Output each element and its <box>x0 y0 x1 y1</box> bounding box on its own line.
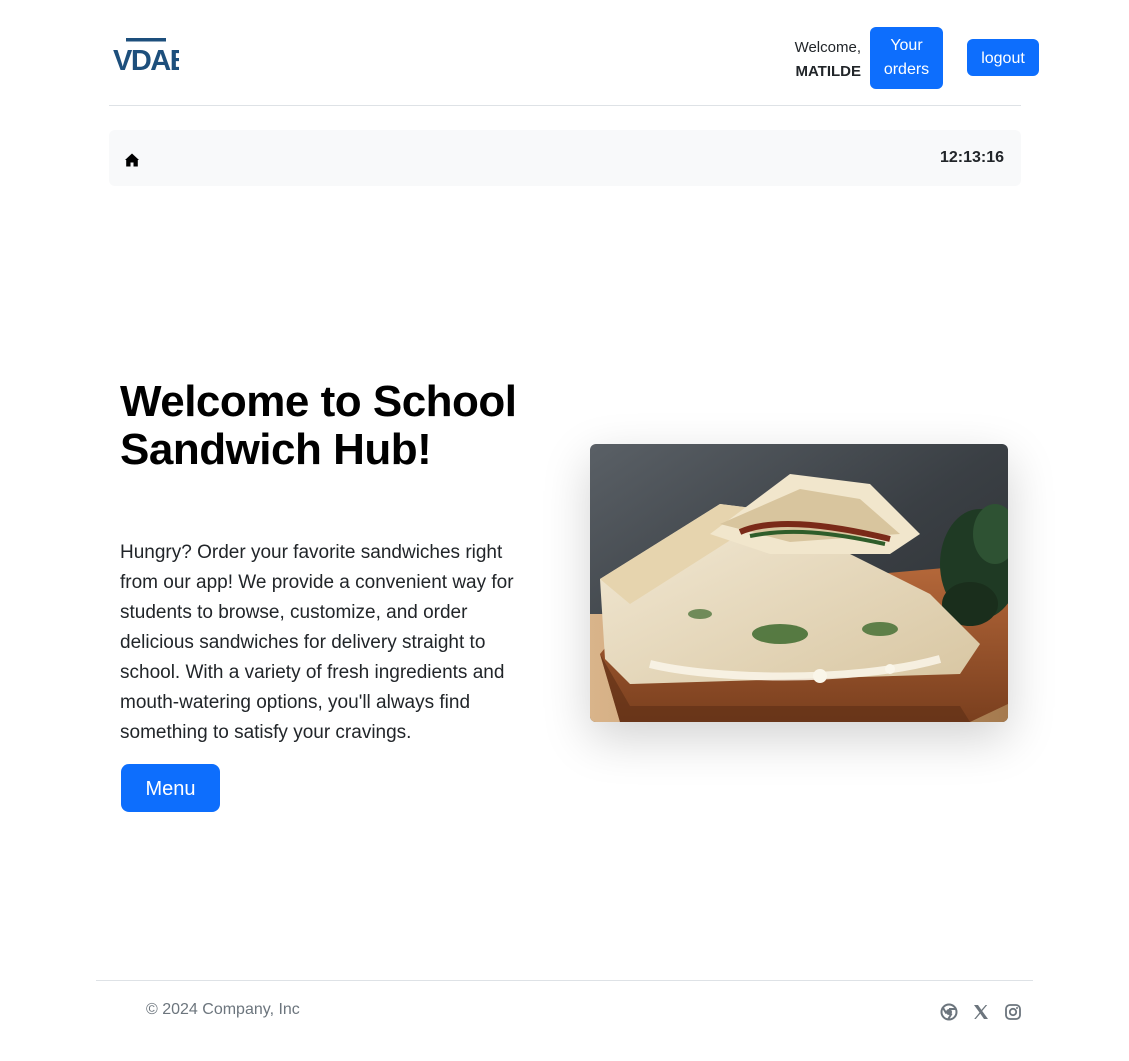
home-icon[interactable] <box>124 152 140 168</box>
hero-title: Welcome to School Sandwich Hub! <box>120 377 517 474</box>
x-icon[interactable] <box>972 1003 990 1021</box>
vdab-logo-mark: VDAB <box>113 38 191 77</box>
logout-button[interactable]: logout <box>967 39 1039 76</box>
hero-description: Hungry? Order your favorite sandwiches r… <box>120 542 514 743</box>
welcome-message: Welcome, MATILDE <box>749 36 861 84</box>
chrome-icon[interactable] <box>940 1003 958 1021</box>
breadcrumb: 12:13:16 <box>109 130 1021 186</box>
clock: 12:13:16 <box>939 149 1004 166</box>
menu-button[interactable]: Menu <box>121 764 220 812</box>
your-orders-button[interactable]: Your orders <box>870 27 943 89</box>
logo-text: VDAB <box>113 45 179 76</box>
site-footer: © 2024 Company, Inc <box>96 980 1033 1040</box>
sandwich-image <box>590 444 1008 722</box>
site-header: VDAB Welcome, MATILDE Your orders logout <box>109 0 1039 106</box>
copyright-text: © 2024 Company, Inc <box>146 1001 300 1018</box>
instagram-icon[interactable] <box>1004 1003 1022 1021</box>
vdab-logo[interactable]: VDAB <box>113 38 191 77</box>
logo-bar <box>126 38 166 42</box>
welcome-greeting: Welcome, <box>794 39 861 56</box>
user-name: MATILDE <box>795 63 861 80</box>
